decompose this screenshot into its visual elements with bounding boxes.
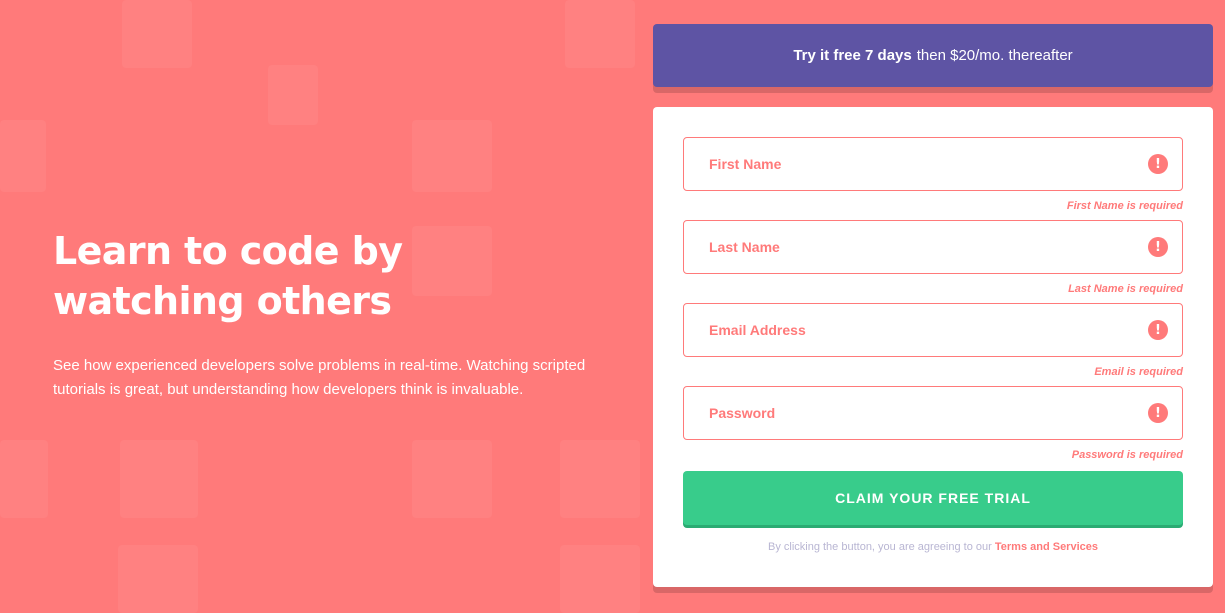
- claim-trial-button[interactable]: CLAIM YOUR FREE TRIAL: [683, 471, 1183, 525]
- password-error: Password is required: [1071, 449, 1183, 461]
- email-input[interactable]: Email Address: [683, 303, 1183, 357]
- first-name-error: First Name is required: [1066, 200, 1183, 212]
- bg-tile: [120, 440, 198, 518]
- promo-bold-text: Try it free 7 days: [793, 47, 912, 64]
- bg-tile: [0, 120, 46, 192]
- email-field: Email Address ! Email is required: [683, 303, 1183, 386]
- promo-text: then $20/mo. thereafter: [916, 47, 1073, 64]
- terms-link[interactable]: Terms and Services: [995, 541, 1098, 553]
- error-icon: !: [1148, 237, 1168, 257]
- terms-notice: By clicking the button, you are agreeing…: [683, 541, 1183, 553]
- password-field: Password ! Password is required: [683, 386, 1183, 469]
- error-icon: !: [1148, 320, 1168, 340]
- bg-tile: [118, 545, 198, 613]
- hero-title: Learn to code by watching others: [53, 229, 403, 323]
- promo-banner: Try it free 7 days then $20/mo. thereaft…: [653, 24, 1213, 87]
- signup-form: First Name ! First Name is required Last…: [653, 107, 1213, 587]
- first-name-input[interactable]: First Name: [683, 137, 1183, 191]
- email-error: Email is required: [1094, 366, 1183, 378]
- last-name-input[interactable]: Last Name: [683, 220, 1183, 274]
- bg-tile: [565, 0, 635, 68]
- terms-prefix: By clicking the button, you are agreeing…: [767, 541, 992, 553]
- hero-description: See how experienced developers solve pro…: [53, 357, 586, 398]
- bg-tile: [268, 65, 318, 125]
- last-name-field: Last Name ! Last Name is required: [683, 220, 1183, 303]
- bg-tile: [0, 440, 48, 518]
- error-icon: !: [1148, 154, 1168, 174]
- last-name-error: Last Name is required: [1068, 283, 1183, 295]
- hero-section: Learn to code by watching others See how…: [53, 226, 613, 402]
- bg-tile: [412, 120, 492, 192]
- bg-tile: [122, 0, 192, 68]
- password-input[interactable]: Password: [683, 386, 1183, 440]
- bg-tile: [412, 440, 492, 518]
- first-name-field: First Name ! First Name is required: [683, 137, 1183, 220]
- bg-tile: [560, 545, 640, 613]
- error-icon: !: [1148, 403, 1168, 423]
- bg-tile: [560, 440, 640, 518]
